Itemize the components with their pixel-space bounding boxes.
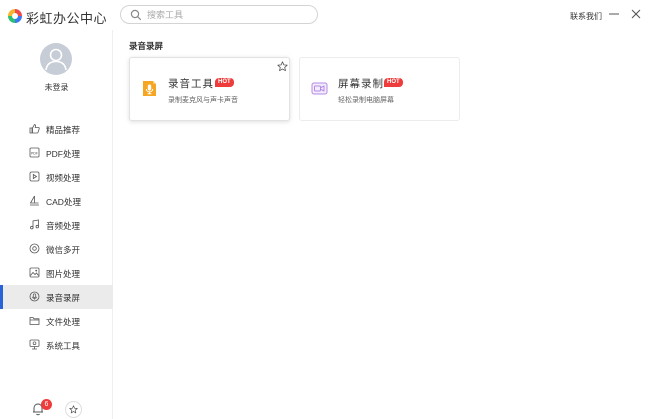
cad-icon <box>29 195 39 206</box>
record-icon <box>29 291 40 302</box>
section-title: 录音录屏 <box>129 41 164 51</box>
hot-badge: HOT <box>215 78 234 87</box>
favorites-button[interactable] <box>65 401 82 418</box>
user-icon <box>45 48 67 71</box>
image-icon <box>29 267 40 278</box>
monitor-icon <box>29 339 40 350</box>
tool-card-audio-recorder[interactable]: 录音工具 HOT 录制麦克风与声卡声音 <box>129 57 290 121</box>
close-icon[interactable] <box>629 7 643 21</box>
sidebar-item-pdf[interactable]: PDF PDF处理 <box>0 141 113 165</box>
card-description: 轻松录制电脑屏幕 <box>338 97 394 104</box>
search-input[interactable] <box>147 7 307 23</box>
search-box[interactable] <box>120 5 318 24</box>
screen-record-icon <box>311 82 328 95</box>
rainbow-logo-icon <box>8 9 22 23</box>
sidebar-item-label: 文件处理 <box>46 317 81 327</box>
sidebar-item-label: PDF处理 <box>46 149 81 159</box>
avatar[interactable] <box>40 43 72 75</box>
music-note-icon <box>30 219 39 230</box>
hot-badge: HOT <box>384 78 403 87</box>
sidebar-item-label: 视频处理 <box>46 173 81 183</box>
title-bar: 彩虹办公中心 联系我们 <box>0 0 650 30</box>
login-status-label[interactable]: 未登录 <box>0 82 113 93</box>
svg-text:PDF: PDF <box>31 151 38 155</box>
thumbs-up-icon <box>29 124 40 134</box>
minimize-icon[interactable] <box>607 7 621 21</box>
sidebar-item-image[interactable]: 图片处理 <box>0 261 113 285</box>
sidebar-nav: 精品推荐 PDF PDF处理 视频处理 CAD处理 音频处理 微信多开 图片处理… <box>0 117 113 357</box>
sidebar-item-file[interactable]: 文件处理 <box>0 309 113 333</box>
sidebar-footer: 6 <box>0 396 113 419</box>
folder-icon <box>29 317 40 325</box>
star-icon <box>69 405 78 414</box>
app-title: 彩虹办公中心 <box>26 11 108 26</box>
sidebar: 未登录 精品推荐 PDF PDF处理 视频处理 CAD处理 音频处理 微信多开 … <box>0 30 113 419</box>
contact-us-link[interactable]: 联系我们 <box>570 11 602 22</box>
sidebar-item-label: 精品推荐 <box>46 125 81 135</box>
sidebar-item-record[interactable]: 录音录屏 <box>0 285 113 309</box>
card-title: 屏幕录制 <box>338 78 384 90</box>
sidebar-item-label: 图片处理 <box>46 269 81 279</box>
microphone-icon <box>143 81 156 96</box>
tool-card-screen-recorder[interactable]: 屏幕录制 HOT 轻松录制电脑屏幕 <box>299 57 460 121</box>
sidebar-item-recommended[interactable]: 精品推荐 <box>0 117 113 141</box>
sidebar-item-wechat[interactable]: 微信多开 <box>0 237 113 261</box>
sidebar-item-audio[interactable]: 音频处理 <box>0 213 113 237</box>
card-description: 录制麦克风与声卡声音 <box>168 97 238 104</box>
card-title: 录音工具 <box>168 78 214 90</box>
sidebar-item-label: CAD处理 <box>46 197 81 207</box>
search-icon <box>130 9 142 21</box>
sidebar-item-system[interactable]: 系统工具 <box>0 333 113 357</box>
favorite-star-icon[interactable] <box>277 61 288 72</box>
video-icon <box>29 171 40 182</box>
sidebar-item-cad[interactable]: CAD处理 <box>0 189 113 213</box>
sidebar-item-video[interactable]: 视频处理 <box>0 165 113 189</box>
notification-badge: 6 <box>41 399 52 410</box>
sidebar-item-label: 录音录屏 <box>46 293 81 303</box>
sidebar-item-label: 系统工具 <box>46 341 81 351</box>
sidebar-item-label: 微信多开 <box>46 245 81 255</box>
sidebar-item-label: 音频处理 <box>46 221 81 231</box>
wechat-icon <box>29 243 40 254</box>
pdf-icon: PDF <box>29 147 40 158</box>
